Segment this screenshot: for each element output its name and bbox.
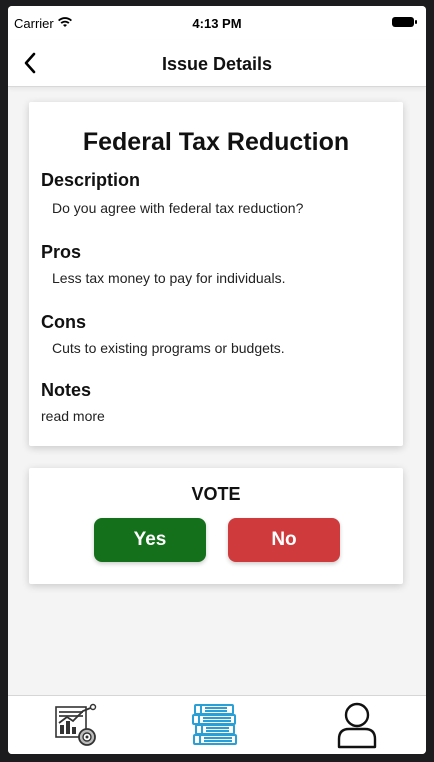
description-text: Do you agree with federal tax reduction? [52,200,304,216]
page-title: Issue Details [161,54,273,74]
pros-heading: Pros [41,242,82,262]
issue-details-card: Federal Tax Reduction Description Do you… [29,102,403,446]
books-stack-icon [192,704,237,745]
no-button[interactable]: No [228,518,340,562]
user-profile-icon [337,702,377,749]
cons-text: Cuts to existing programs or budgets. [52,340,285,356]
vote-card: VOTE Yes No [29,468,403,584]
read-more-link[interactable]: read more [41,408,105,424]
battery-icon [392,17,417,27]
description-heading: Description [41,170,141,190]
app-screen: Carrier 4:13 PM Issue Details Federal Ta… [8,6,426,754]
issue-title: Federal Tax Reduction [82,128,350,156]
tab-profile[interactable] [330,700,384,750]
yes-button[interactable]: Yes [94,518,206,562]
status-bar: Carrier 4:13 PM [8,6,426,40]
tab-issues[interactable] [188,700,242,750]
analytics-chart-icon [55,703,97,746]
chevron-left-icon [24,52,36,74]
navigation-bar: Issue Details [8,40,426,87]
cons-heading: Cons [41,312,86,332]
tab-bar [8,695,426,754]
vote-heading: VOTE [191,484,241,504]
tab-analytics[interactable] [50,700,104,750]
pros-text: Less tax money to pay for individuals. [52,270,286,286]
back-button[interactable] [12,46,48,80]
status-time: 4:13 PM [192,16,242,31]
notes-heading: Notes [41,380,92,400]
